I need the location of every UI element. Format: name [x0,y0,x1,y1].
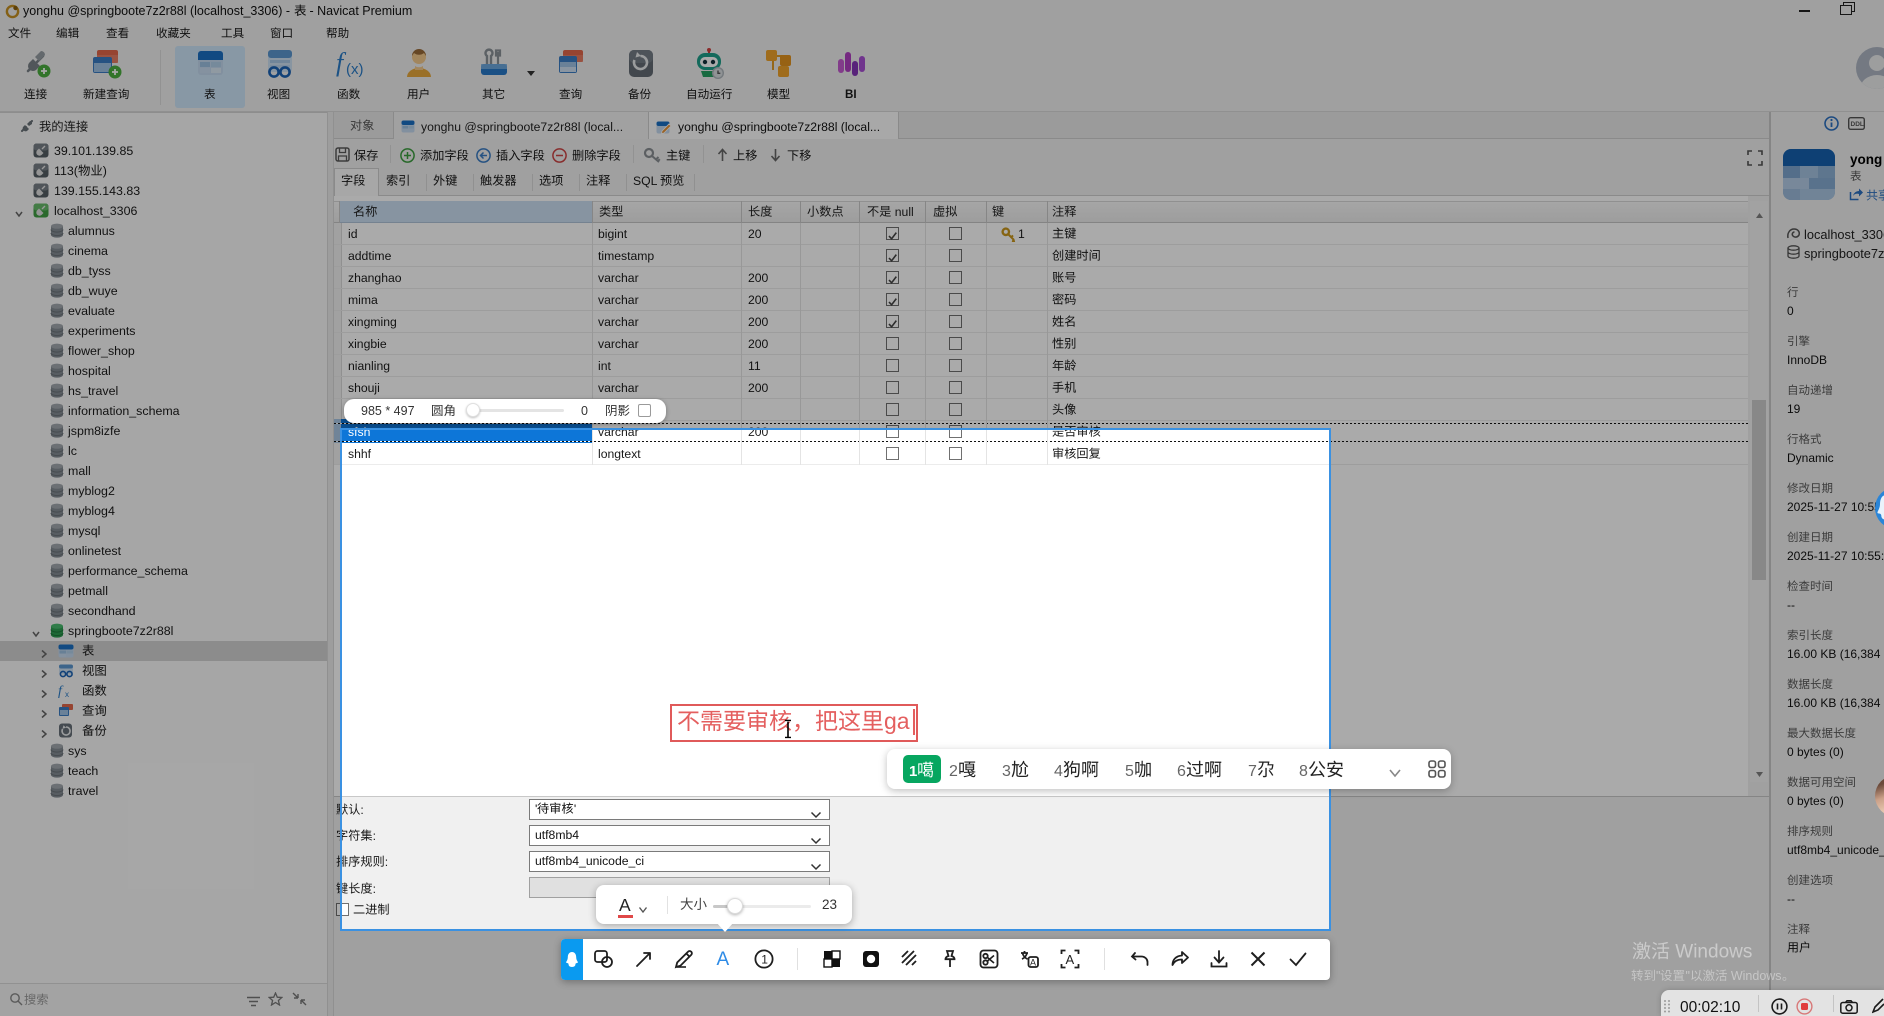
svg-text:A: A [1065,952,1074,967]
svg-text:A: A [1030,958,1036,968]
svg-text:A: A [717,949,730,970]
svg-text:1: 1 [761,953,768,967]
